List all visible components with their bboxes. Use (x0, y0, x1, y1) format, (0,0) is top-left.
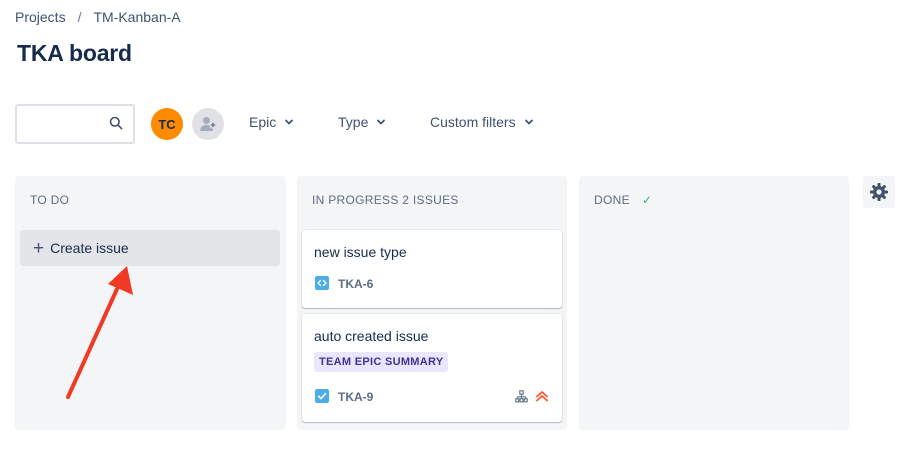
issue-summary: auto created issue (314, 328, 429, 344)
gear-icon (870, 183, 888, 201)
epic-filter-label: Epic (249, 114, 277, 130)
issue-card[interactable]: auto created issue TEAM EPIC SUMMARY TKA… (302, 314, 562, 422)
column-in-progress: IN PROGRESS 2 ISSUES new issue type TKA-… (297, 176, 567, 430)
create-issue-label: Create issue (50, 240, 129, 256)
breadcrumb: Projects / TM-Kanban-A (15, 9, 181, 25)
custom-filters-label: Custom filters (430, 114, 516, 130)
search-input[interactable] (25, 108, 111, 140)
breadcrumb-separator: / (77, 9, 82, 25)
task-checkbox-icon (315, 389, 329, 403)
board-settings-button[interactable] (863, 176, 895, 208)
add-people-button[interactable] (192, 108, 224, 140)
issue-key[interactable]: TKA-9 (338, 390, 373, 404)
column-title: TO DO (30, 193, 70, 207)
chevron-down-icon (524, 119, 533, 125)
chevron-down-icon (285, 119, 294, 125)
column-done: DONE ✓ (579, 176, 849, 430)
epic-filter[interactable]: Epic (249, 114, 294, 130)
column-title-row: DONE ✓ (594, 193, 652, 207)
issue-card[interactable]: new issue type TKA-6 (302, 230, 562, 308)
breadcrumb-projects[interactable]: Projects (15, 9, 66, 25)
search-icon (109, 116, 123, 130)
priority-highest-icon (536, 391, 548, 402)
column-title: IN PROGRESS 2 ISSUES (312, 193, 459, 207)
issue-summary: new issue type (314, 244, 407, 260)
epic-label[interactable]: TEAM EPIC SUMMARY (314, 352, 449, 372)
search-box[interactable] (15, 104, 135, 144)
column-title: DONE (594, 193, 630, 207)
create-issue-button[interactable]: + Create issue (20, 230, 280, 266)
plus-icon: + (33, 237, 45, 259)
chevron-down-icon (377, 119, 386, 125)
page-title: TKA board (17, 40, 132, 66)
add-user-icon (200, 117, 217, 131)
code-icon (315, 276, 329, 290)
type-filter-label: Type (338, 114, 369, 130)
issue-key[interactable]: TKA-6 (338, 277, 373, 291)
custom-filters-dropdown[interactable]: Custom filters (430, 114, 534, 130)
child-issues-icon[interactable] (515, 390, 528, 403)
avatar[interactable]: TC (151, 108, 183, 140)
column-todo: TO DO + Create issue (15, 176, 286, 430)
done-check-icon: ✓ (641, 193, 653, 207)
type-filter[interactable]: Type (338, 114, 386, 130)
board-toolbar: TC Epic Type Custom filters (15, 104, 905, 144)
breadcrumb-project-name[interactable]: TM-Kanban-A (93, 9, 180, 25)
